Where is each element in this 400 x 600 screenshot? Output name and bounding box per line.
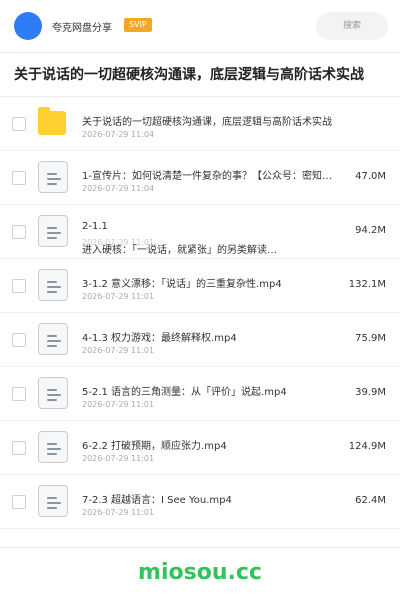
file-name: 4-1.3 权力游戏：最终解释权.mp4 (82, 333, 237, 344)
file-date: 2026-07-29 11:04 (82, 130, 155, 139)
footer-divider (0, 547, 400, 548)
file-name: 6-2.2 打破预期，顺应张力.mp4 (82, 441, 227, 452)
header-divider (0, 52, 400, 53)
user-avatar[interactable] (14, 12, 42, 40)
file-date: 2026-07-29 11:04 (82, 184, 155, 193)
file-date: 2026-07-29 11:01 (82, 346, 155, 355)
svip-badge: SVIP (124, 18, 152, 32)
select-checkbox[interactable] (12, 441, 26, 455)
list-item-file[interactable]: 5-2.1 语言的三角测量：从「评价」说起.mp4 2026-07-29 11:… (0, 367, 400, 421)
select-checkbox[interactable] (12, 333, 26, 347)
top-bar: 夸克网盘分享 SVIP 搜索 (0, 0, 400, 52)
document-icon (38, 485, 68, 517)
select-checkbox[interactable] (12, 117, 26, 131)
document-icon (38, 377, 68, 409)
file-date: 2026-07-29 11:01 (82, 454, 155, 463)
watermark: miosou.cc (138, 560, 262, 585)
select-checkbox[interactable] (12, 387, 26, 401)
file-size: 75.9M (355, 333, 386, 344)
file-name-continued: 进入硬核：「一说话，就紧张」的另类解读… (82, 245, 277, 256)
select-checkbox[interactable] (12, 171, 26, 185)
file-size: 94.2M (355, 225, 386, 236)
file-size: 47.0M (355, 171, 386, 182)
file-size: 124.9M (348, 441, 386, 452)
file-size: 62.4M (355, 495, 386, 506)
page-title: 关于说话的一切超硬核沟通课，底层逻辑与高阶话术实战 (14, 67, 364, 83)
file-date: 2026-07-29 11:01 (82, 400, 155, 409)
list-item-file[interactable]: 7-2.3 超越语言：I See You.mp4 2026-07-29 11:0… (0, 475, 400, 529)
file-size: 132.1M (348, 279, 386, 290)
list-item-file[interactable]: 6-2.2 打破预期，顺应张力.mp4 2026-07-29 11:01 124… (0, 421, 400, 475)
search-input[interactable]: 搜索 (316, 12, 388, 40)
file-date: 2026-07-29 11:01 (82, 508, 155, 517)
row-divider (0, 528, 400, 529)
document-icon (38, 323, 68, 355)
file-name: 3-1.2 意义漂移：「说话」的三重复杂性.mp4 (82, 279, 282, 290)
document-icon (38, 269, 68, 301)
file-name: 7-2.3 超越语言：I See You.mp4 (82, 495, 232, 506)
file-date: 2026-07-29 11:01 (82, 292, 155, 301)
file-name: 关于说话的一切超硬核沟通课，底层逻辑与高阶话术实战 (82, 117, 332, 128)
select-checkbox[interactable] (12, 225, 26, 239)
list-item-file[interactable]: 1-宣传片：如何说清楚一件复杂的事？【公众号：密知… 2026-07-29 11… (0, 151, 400, 205)
document-icon (38, 215, 68, 247)
file-name: 5-2.1 语言的三角测量：从「评价」说起.mp4 (82, 387, 287, 398)
document-icon (38, 431, 68, 463)
file-name: 2-1.1 (82, 221, 108, 232)
list-item-file[interactable]: 2-1.1 2026-07-29 11:01 进入硬核：「一说话，就紧张」的另类… (0, 205, 400, 259)
file-size: 39.9M (355, 387, 386, 398)
list-item-folder[interactable]: 关于说话的一切超硬核沟通课，底层逻辑与高阶话术实战 2026-07-29 11:… (0, 97, 400, 151)
list-item-file[interactable]: 3-1.2 意义漂移：「说话」的三重复杂性.mp4 2026-07-29 11:… (0, 259, 400, 313)
file-name: 1-宣传片：如何说清楚一件复杂的事？【公众号：密知… (82, 171, 332, 182)
select-checkbox[interactable] (12, 495, 26, 509)
app-name: 夸克网盘分享 (52, 23, 112, 34)
folder-icon (38, 107, 68, 139)
select-checkbox[interactable] (12, 279, 26, 293)
list-item-file[interactable]: 4-1.3 权力游戏：最终解释权.mp4 2026-07-29 11:01 75… (0, 313, 400, 367)
document-icon (38, 161, 68, 193)
